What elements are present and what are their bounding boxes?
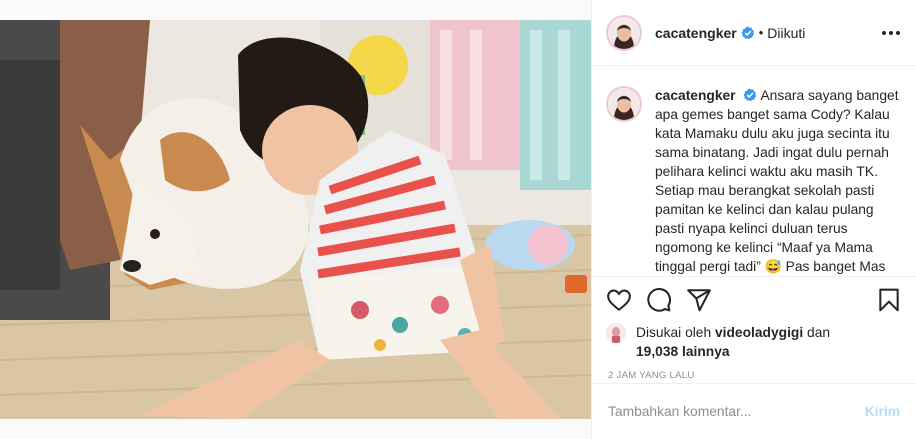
caption-username[interactable]: cacatengker [655,88,736,103]
follow-status-button[interactable]: Diikuti [767,25,805,41]
post-comment-button[interactable]: Kirim [865,404,900,419]
action-bar [592,277,916,323]
likes-prefix: Disukai oleh [636,325,712,340]
likes-conjunction: dan [807,325,831,340]
author-avatar[interactable] [606,14,642,51]
likes-text: Disukai oleh videoladygigi dan 19,038 la… [636,323,830,361]
caption-avatar[interactable] [606,86,642,122]
heart-icon[interactable] [606,287,632,313]
likes-summary: Disukai oleh videoladygigi dan 19,038 la… [592,323,916,361]
more-options-icon[interactable] [882,30,900,35]
post-photo[interactable] [0,20,591,419]
instagram-post-modal: cacatengker • Diikuti cacatengker Ansara… [0,0,916,439]
header-separator: • [758,25,764,40]
avatar-image [608,88,640,120]
author-username[interactable]: cacatengker [655,25,737,41]
comment-input[interactable]: Tambahkan komentar... [608,404,865,419]
liker-avatar[interactable] [606,323,626,343]
avatar-image [608,16,640,49]
bookmark-icon[interactable] [876,287,902,313]
likes-count[interactable]: 19,038 lainnya [636,344,730,359]
post-header: cacatengker • Diikuti [592,0,916,66]
caption-text-block: cacatengker Ansara sayang banget apa gem… [655,86,900,276]
verified-badge-icon [743,88,757,102]
comment-icon[interactable] [646,287,672,313]
comment-box: Tambahkan komentar... Kirim [592,383,916,439]
post-side-panel: cacatengker • Diikuti cacatengker Ansara… [591,0,916,439]
caption-section: cacatengker Ansara sayang banget apa gem… [592,66,916,277]
liker-username[interactable]: videoladygigi [715,325,803,340]
share-icon[interactable] [686,287,712,313]
verified-badge-icon [741,26,755,39]
caption-body: Ansara sayang banget apa gemes banget sa… [655,88,899,274]
photo-illustration [0,20,591,419]
avatar-image [606,323,626,343]
